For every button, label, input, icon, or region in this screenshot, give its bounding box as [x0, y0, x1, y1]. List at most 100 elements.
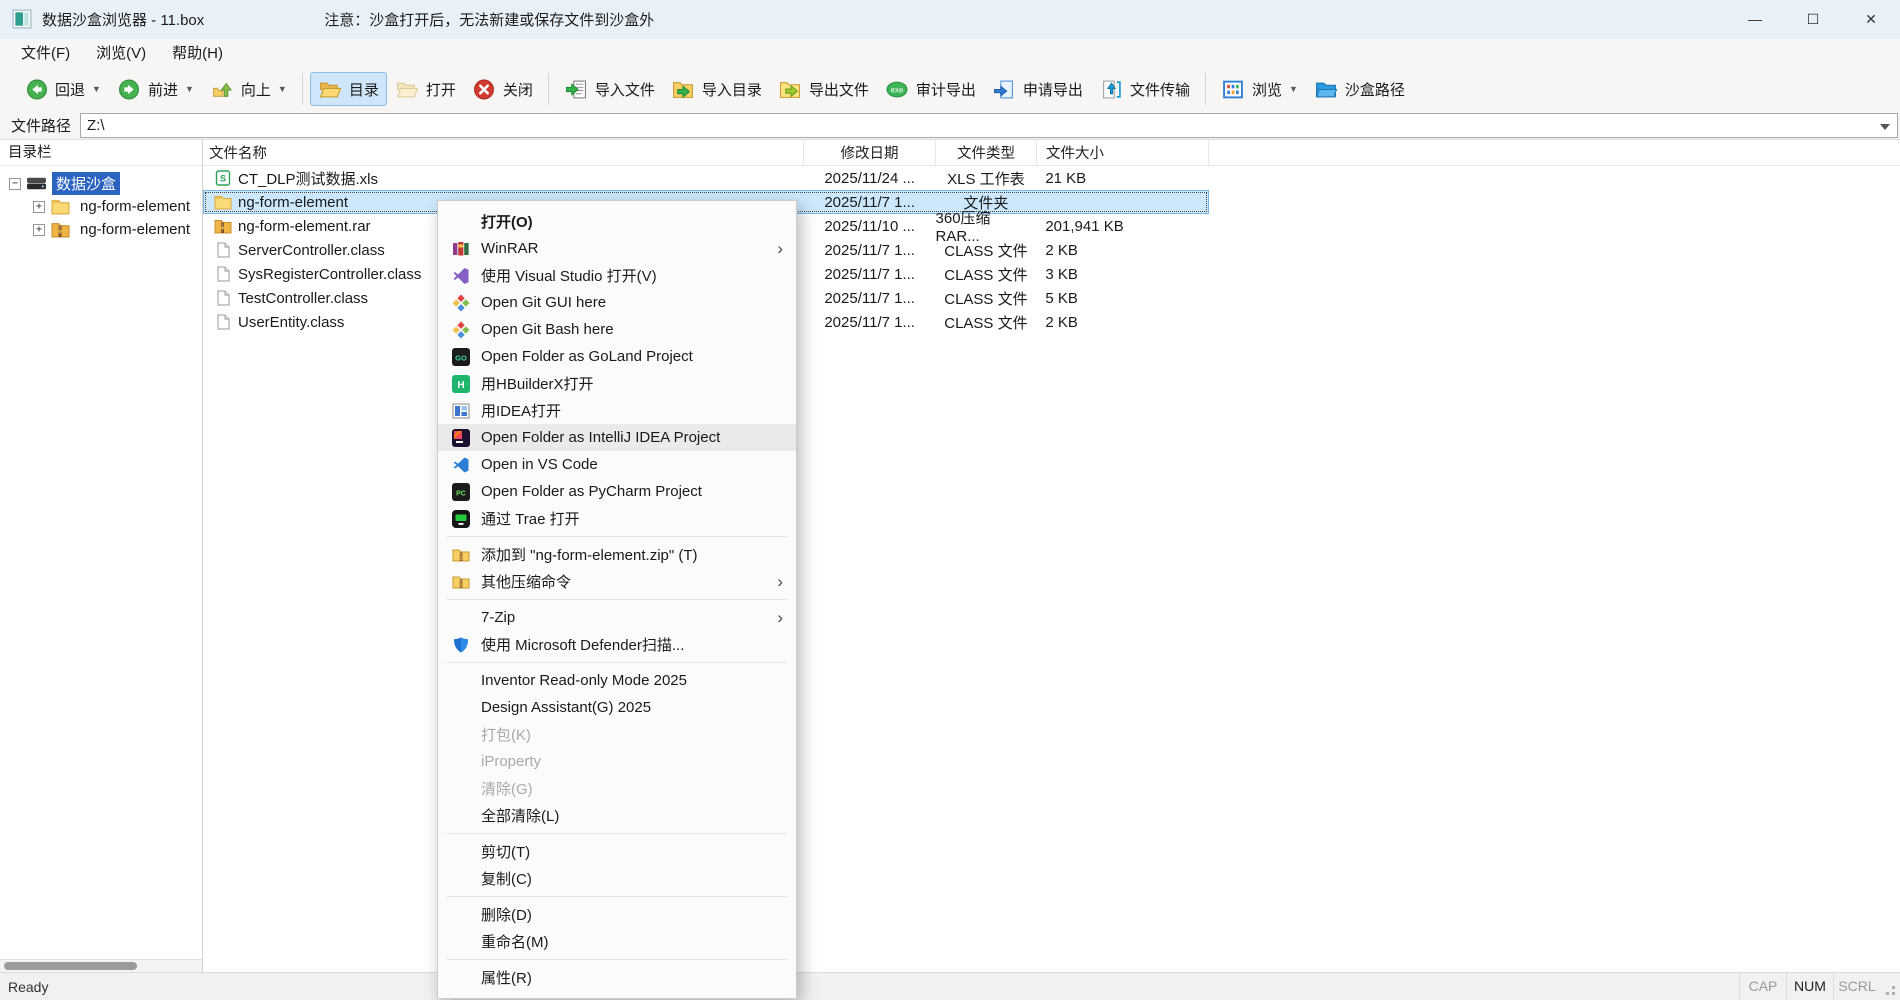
toolbar-button-label: 导出文件	[808, 81, 869, 99]
column-header-2[interactable]: 文件类型	[936, 140, 1037, 165]
context-menu-item[interactable]: Open Git GUI here	[438, 289, 796, 316]
context-menu-item-label: Open Git GUI here	[481, 294, 607, 311]
context-menu-item-label: 使用 Microsoft Defender扫描...	[481, 637, 685, 654]
context-menu-item[interactable]: 使用 Visual Studio 打开(V)	[438, 262, 796, 289]
column-header-1[interactable]: 修改日期	[804, 140, 936, 165]
menubar-item-2[interactable]: 帮助(H)	[159, 39, 236, 66]
minimize-icon: —	[1748, 11, 1762, 27]
context-menu-item[interactable]: 重命名(M)	[438, 928, 796, 955]
directory-sidebar: 目录栏 − 数据沙盒 + ng-form-element + ng-form-elemen…	[0, 140, 203, 972]
context-menu-separator	[447, 599, 787, 600]
hbuilderx-icon: H	[450, 374, 472, 393]
tree-item-label: ng-form-element	[80, 221, 191, 238]
context-menu-item[interactable]: 删除(D)	[438, 901, 796, 928]
context-menu-item[interactable]: 7-Zip ›	[438, 604, 796, 631]
context-menu-item[interactable]: 通过 Trae 打开	[438, 505, 796, 532]
dropdown-caret-icon[interactable]: ▼	[1289, 84, 1298, 94]
context-menu-item-label: 7-Zip	[481, 609, 516, 626]
column-header-0[interactable]: 文件名称	[203, 140, 804, 165]
toolbar-button-directory[interactable]: 目录	[309, 72, 387, 106]
tree-item[interactable]: + ng-form-element	[0, 218, 202, 241]
resize-grip-icon[interactable]	[1880, 973, 1900, 1000]
context-menu-item-label: Open Folder as PyCharm Project	[481, 483, 702, 500]
file-name: TestController.class	[238, 289, 369, 307]
file-size-cell: 21 KB	[1045, 169, 1087, 187]
svg-text:GO: GO	[455, 353, 467, 362]
context-menu-item[interactable]: PC Open Folder as PyCharm Project	[438, 478, 796, 505]
file-name: ServerController.class	[238, 241, 385, 259]
classfile-icon	[214, 242, 232, 258]
file-size-cell: 2 KB	[1045, 313, 1078, 331]
zip-icon	[450, 573, 472, 591]
tree-expander-icon[interactable]: +	[33, 223, 45, 236]
context-menu-item[interactable]: 使用 Microsoft Defender扫描...	[438, 631, 796, 658]
maximize-button[interactable]: ☐	[1784, 0, 1842, 38]
toolbar-button-file-transfer[interactable]: 文件传输	[1091, 72, 1198, 106]
minimize-button[interactable]: —	[1726, 0, 1784, 38]
context-menu-item[interactable]: 用IDEA打开	[438, 397, 796, 424]
context-menu-item[interactable]: H 用HBuilderX打开	[438, 370, 796, 397]
tree-item[interactable]: + ng-form-element	[0, 195, 202, 218]
folder-icon	[50, 198, 71, 215]
context-menu-item[interactable]: 全部清除(L)	[438, 802, 796, 829]
context-menu-item: 打包(K)	[438, 721, 796, 748]
svg-text:S: S	[220, 174, 226, 184]
context-menu-item[interactable]: WinRAR ›	[438, 235, 796, 262]
toolbar-button-back[interactable]: 回退 ▼	[16, 72, 109, 106]
tree-item[interactable]: − 数据沙盒	[0, 172, 202, 195]
context-menu-item[interactable]: 复制(C)	[438, 865, 796, 892]
status-bar: Ready CAP NUM SCRL	[0, 972, 1900, 1000]
file-path-input[interactable]: Z:\	[80, 113, 1898, 138]
context-menu-item[interactable]: 其他压缩命令 ›	[438, 568, 796, 595]
tree-expander-icon[interactable]: −	[9, 177, 21, 190]
toolbar-button-browse[interactable]: 浏览 ▼	[1213, 72, 1306, 106]
file-size-cell: 5 KB	[1045, 289, 1078, 307]
menubar-item-0[interactable]: 文件(F)	[8, 39, 83, 66]
toolbar-button-export-file[interactable]: 导出文件	[770, 72, 877, 106]
toolbar-button-open-folder[interactable]: 打开	[387, 72, 464, 106]
file-name-cell: S CT_DLP测试数据.xls	[204, 167, 804, 189]
toolbar-button-import-dir[interactable]: 导入目录	[663, 72, 770, 106]
dropdown-caret-icon[interactable]: ▼	[278, 84, 287, 94]
context-menu-item[interactable]: 剪切(T)	[438, 838, 796, 865]
file-transfer-icon	[1099, 78, 1124, 100]
toolbar-button-forward[interactable]: 前进 ▼	[109, 72, 202, 106]
context-menu-item[interactable]: Inventor Read-only Mode 2025	[438, 667, 796, 694]
column-header-3[interactable]: 文件大小	[1037, 140, 1209, 165]
main-area: 目录栏 − 数据沙盒 + ng-form-element + ng-form-elemen…	[0, 140, 1900, 972]
file-type-cell: CLASS 文件	[944, 266, 1028, 284]
context-menu-item[interactable]: GO Open Folder as GoLand Project	[438, 343, 796, 370]
toolbar-button-sandbox-path[interactable]: 沙盒路径	[1306, 72, 1413, 106]
toolbar-button-audit-export[interactable]: exe 审计导出	[877, 72, 984, 106]
drive-icon	[26, 175, 47, 192]
context-menu-item[interactable]: Design Assistant(G) 2025	[438, 694, 796, 721]
context-menu-item[interactable]: Open Folder as IntelliJ IDEA Project	[438, 424, 796, 451]
context-menu-item[interactable]: Open in VS Code	[438, 451, 796, 478]
dropdown-caret-icon[interactable]: ▼	[185, 84, 194, 94]
context-menu-item-label: Inventor Read-only Mode 2025	[481, 672, 687, 689]
context-menu-item-label: 全部清除(L)	[481, 808, 560, 825]
menubar-item-1[interactable]: 浏览(V)	[83, 39, 159, 66]
browse-icon	[1221, 78, 1246, 100]
sidebar-horizontal-scrollbar[interactable]	[0, 959, 202, 972]
context-menu-item[interactable]: 添加到 "ng-form-element.zip" (T)	[438, 541, 796, 568]
scrollbar-thumb[interactable]	[4, 962, 137, 970]
dropdown-caret-icon[interactable]: ▼	[92, 84, 101, 94]
toolbar-button-up[interactable]: 向上 ▼	[202, 72, 295, 106]
no-icon	[450, 906, 472, 924]
toolbar-button-apply-export[interactable]: 申请导出	[984, 72, 1091, 106]
context-menu-item[interactable]: 属性(R)	[438, 964, 796, 991]
tree-expander-icon[interactable]: +	[33, 200, 45, 213]
toolbar-button-label: 目录	[348, 81, 379, 99]
close-button[interactable]: ✕	[1842, 0, 1900, 38]
file-row[interactable]: S CT_DLP测试数据.xls 2025/11/24 ... XLS 工作表 21 K…	[203, 166, 1209, 190]
file-list-header: 文件名称 修改日期 文件类型 文件大小	[203, 140, 1900, 166]
context-menu-item[interactable]: 打开(O)	[438, 208, 796, 235]
path-dropdown-icon[interactable]	[1880, 124, 1890, 130]
context-menu-item-label: WinRAR	[481, 240, 539, 257]
toolbar-button-close-red[interactable]: 关闭	[464, 72, 541, 106]
toolbar-button-import-file[interactable]: 导入文件	[556, 72, 663, 106]
context-menu-item[interactable]: Open Git Bash here	[438, 316, 796, 343]
file-date-cell: 2025/11/7 1...	[824, 193, 915, 211]
context-menu-item-label: 用HBuilderX打开	[481, 376, 594, 393]
